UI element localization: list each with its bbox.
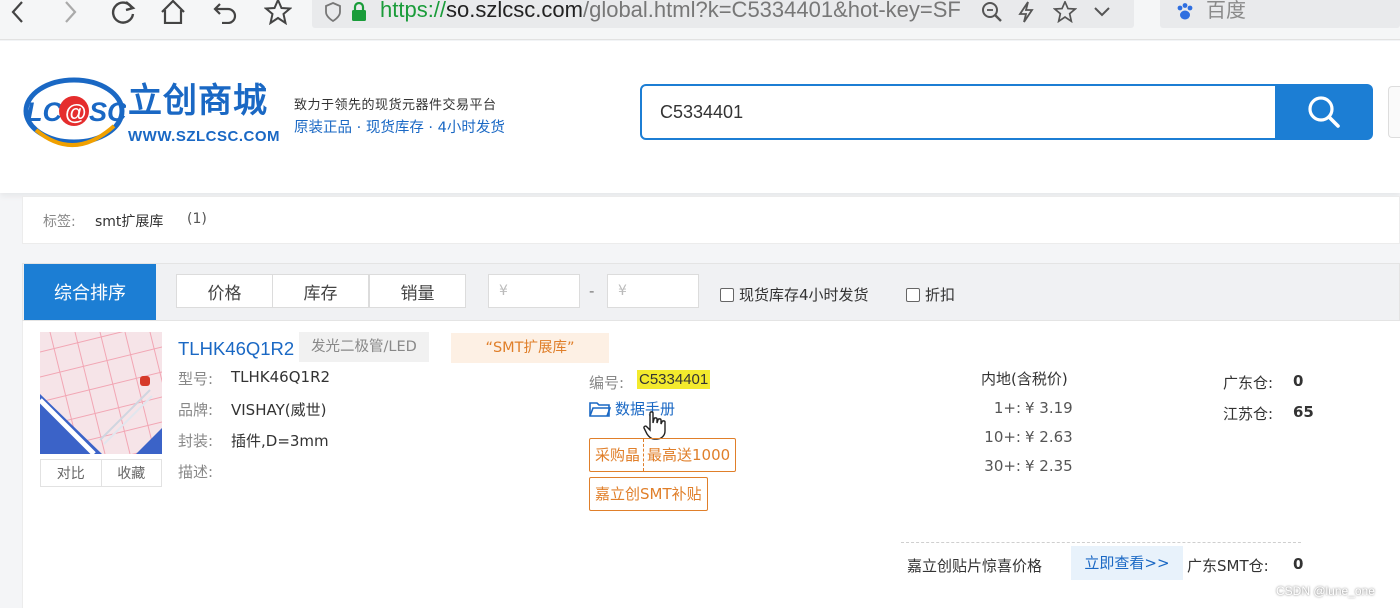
tag-label: 标签: <box>43 214 76 230</box>
attr-package-label: 封装: <box>178 432 214 450</box>
svg-text:LC: LC <box>26 97 62 127</box>
tag-value[interactable]: smt扩展库 <box>95 211 163 231</box>
smt-stock-value: 0 <box>1293 555 1304 573</box>
lock-icon <box>346 0 372 24</box>
star-icon[interactable] <box>1050 0 1080 24</box>
lcsc-logo[interactable]: LC @ SC <box>22 70 126 152</box>
forward-icon[interactable] <box>52 0 88 24</box>
sort-tab-price[interactable]: 价格 <box>176 274 273 308</box>
smt-view-now-button[interactable]: 立即查看>> <box>1071 546 1183 580</box>
browser-toolbar: https://so.szlcsc.com/global.html?k=C533… <box>0 0 1400 40</box>
lightning-icon[interactable] <box>1012 0 1040 24</box>
price-max-input[interactable]: ¥ <box>607 274 699 308</box>
attr-model-value: TLHK46Q1R2 <box>231 368 331 386</box>
url-domain: so.szlcsc.com <box>446 0 583 22</box>
compare-button[interactable]: 对比 <box>41 460 101 486</box>
zoom-icon[interactable] <box>978 0 1006 24</box>
search-engine-label: 百度 <box>1206 0 1246 22</box>
product-name-link[interactable]: TLHK46Q1R2 <box>178 338 294 360</box>
price-tier-qty: 1+: <box>993 399 1021 417</box>
product-code-value: C5334401 <box>637 370 711 389</box>
stock-guangdong-value: 0 <box>1293 372 1304 390</box>
reload-icon[interactable] <box>106 0 142 24</box>
svg-text:@: @ <box>65 100 86 125</box>
brand-name[interactable]: 立创商城 <box>128 80 268 122</box>
attr-brand-label: 品牌: <box>178 401 214 419</box>
filter-stock-checkbox[interactable]: 现货库存4小时发货 <box>720 284 869 305</box>
price-tier-price: ¥ 2.35 <box>1025 457 1073 475</box>
filter-discount-checkbox[interactable]: 折扣 <box>906 284 955 305</box>
url-text[interactable]: https://so.szlcsc.com/global.html?k=C533… <box>380 0 976 26</box>
shield-icon <box>320 0 346 24</box>
divider <box>901 542 1301 543</box>
search-input[interactable]: C5334401 <box>640 84 1278 140</box>
price-tier-price: ¥ 3.19 <box>1025 399 1073 417</box>
svg-text:SC: SC <box>89 97 126 127</box>
product-code-label: 编号: <box>589 374 625 392</box>
promo-purchase-right: 最高送1000 <box>647 446 731 464</box>
hand-cursor-icon <box>643 411 667 441</box>
attr-package-value: 插件,D=3mm <box>231 432 329 450</box>
paw-icon <box>1170 0 1200 24</box>
price-tier: 10+: ¥ 2.63 <box>961 428 1073 446</box>
price-tier: 30+: ¥ 2.35 <box>961 457 1073 475</box>
tag-filter-strip: 标签: smt扩展库 (1) <box>22 196 1400 244</box>
price-range-dash: - <box>589 282 595 300</box>
checkbox-icon[interactable] <box>720 287 734 302</box>
attr-brand-value[interactable]: VISHAY(威世) <box>231 399 326 420</box>
price-min-input[interactable]: ¥ <box>488 274 580 308</box>
slogan-top: 致力于领先的现货元器件交易平台 <box>294 98 497 113</box>
stock-guangdong-label: 广东仓: <box>1223 374 1274 392</box>
promo-smt-badge[interactable]: 嘉立创SMT补贴 <box>589 477 708 511</box>
home-icon[interactable] <box>155 0 191 24</box>
filter-stock-label: 现货库存4小时发货 <box>739 286 869 304</box>
attr-model-label: 型号: <box>178 370 214 388</box>
url-scheme: https:// <box>380 0 447 22</box>
sort-tab-sales[interactable]: 销量 <box>369 274 466 308</box>
header-side-button[interactable] <box>1388 86 1400 138</box>
stock-jiangsu-value: 65 <box>1293 403 1314 421</box>
attr-description-label: 描述: <box>178 463 214 481</box>
promo-divider <box>643 439 645 471</box>
chevron-down-icon[interactable] <box>1088 0 1116 24</box>
search-icon <box>1308 96 1340 128</box>
price-tier-qty: 30+: <box>984 457 1021 475</box>
filter-discount-label: 折扣 <box>925 286 956 304</box>
url-path: /global.html?k=C5334401&hot-key=SF <box>582 0 961 22</box>
sort-tab-comprehensive[interactable]: 综合排序 <box>24 264 156 320</box>
sort-tab-stock[interactable]: 库存 <box>272 274 369 308</box>
bookmark-star-icon[interactable] <box>260 0 296 25</box>
watermark: CSDN @lune_one <box>1276 584 1375 598</box>
slogan-bottom: 原装正品 · 现货库存 · 4小时发货 <box>294 120 505 136</box>
tag-count: (1) <box>187 211 207 227</box>
promo-purchase-left: 采购晶 <box>595 446 641 464</box>
smt-stock-label: 广东SMT仓: <box>1187 557 1269 575</box>
favorite-button[interactable]: 收藏 <box>100 460 162 486</box>
product-image[interactable] <box>40 332 162 454</box>
product-library-tag: “SMT扩展库” <box>451 333 609 363</box>
search-button[interactable] <box>1275 84 1373 140</box>
promo-purchase-badge[interactable]: 采购晶 最高送1000 <box>589 438 737 472</box>
price-tier: 1+: ¥ 3.19 <box>961 399 1073 417</box>
product-card: 对比 收藏 TLHK46Q1R2 发光二极管/LED “SMT扩展库” 型号: … <box>22 321 1400 608</box>
smt-offer-text: 嘉立创贴片惊喜价格 <box>907 557 1043 575</box>
undo-icon[interactable] <box>208 0 244 24</box>
checkbox-icon[interactable] <box>906 287 920 302</box>
product-category-badge[interactable]: 发光二极管/LED <box>299 332 429 362</box>
price-tier-price: ¥ 2.63 <box>1025 428 1073 446</box>
stock-jiangsu-label: 江苏仓: <box>1223 405 1274 423</box>
product-image-actions: 对比 收藏 <box>40 459 162 487</box>
price-tier-qty: 10+: <box>984 428 1021 446</box>
back-icon[interactable] <box>0 0 36 24</box>
price-header: 内地(含税价) <box>981 370 1068 388</box>
brand-url[interactable]: WWW.SZLCSC.COM <box>128 128 280 145</box>
folder-icon <box>589 401 611 417</box>
sort-bar: 综合排序 价格 库存 销量 ¥ - ¥ 现货库存4小时发货 折扣 <box>22 263 1400 321</box>
